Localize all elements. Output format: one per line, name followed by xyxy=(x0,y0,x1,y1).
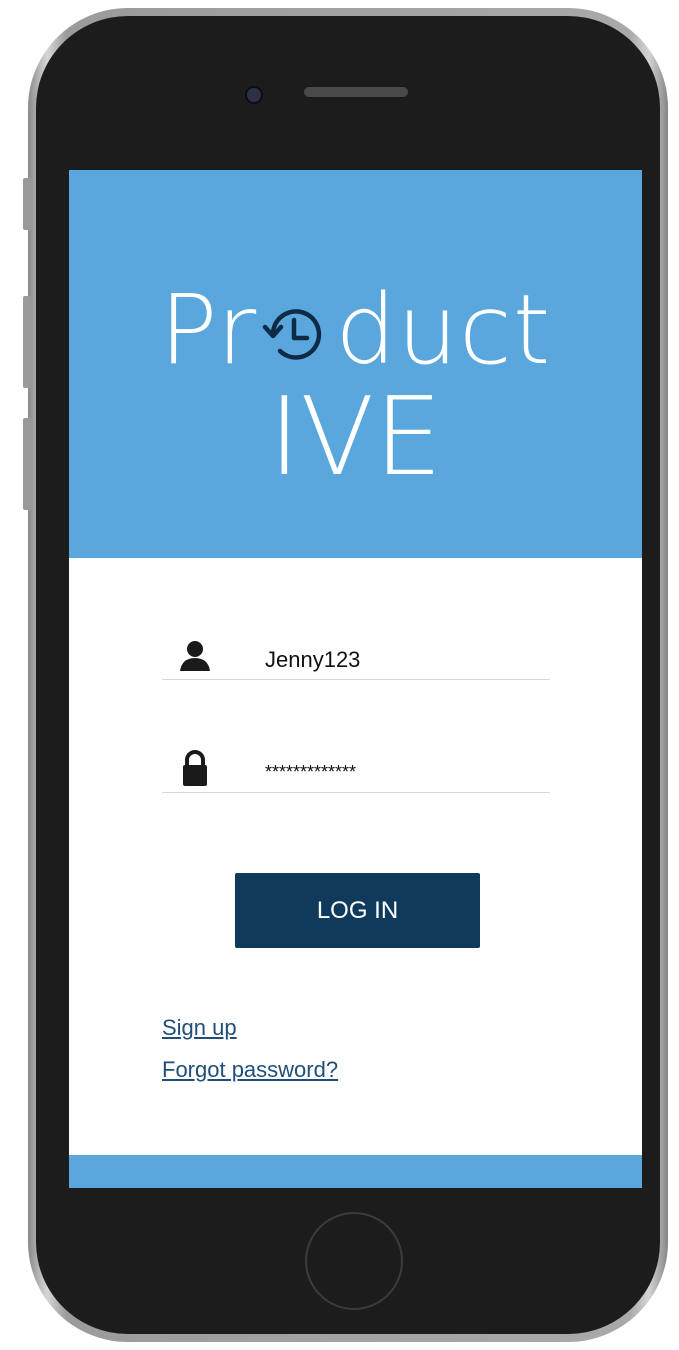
user-icon xyxy=(180,641,210,671)
home-button xyxy=(305,1212,403,1310)
forgot-password-link[interactable]: Forgot password? xyxy=(162,1057,338,1083)
login-button[interactable]: LOG IN xyxy=(235,873,480,948)
front-camera xyxy=(245,86,263,104)
lock-icon xyxy=(183,750,207,786)
logo-line2: IVE xyxy=(268,375,443,500)
logo-text-prefix: Pr xyxy=(159,274,258,386)
logo-text-suffix: duct xyxy=(335,274,552,386)
history-clock-icon xyxy=(262,309,322,360)
username-field[interactable]: Jenny123 xyxy=(162,635,550,680)
password-field[interactable]: ************* xyxy=(162,748,550,793)
footer-bar xyxy=(69,1155,642,1188)
hero-banner: Pr duct IVE xyxy=(69,170,642,558)
login-button-label: LOG IN xyxy=(316,896,399,924)
username-value: Jenny123 xyxy=(265,647,361,672)
password-value: ************* xyxy=(265,762,357,782)
signup-link[interactable]: Sign up xyxy=(162,1015,237,1041)
app-logo: Pr duct IVE xyxy=(69,282,642,492)
app-screen: Pr duct IVE Jenny123 ************* LOG I… xyxy=(69,170,642,1188)
logo-line1: Pr duct xyxy=(69,282,642,378)
volume-down-button xyxy=(23,418,31,510)
mute-switch xyxy=(23,178,31,230)
volume-up-button xyxy=(23,296,31,388)
earpiece-speaker xyxy=(304,87,408,97)
